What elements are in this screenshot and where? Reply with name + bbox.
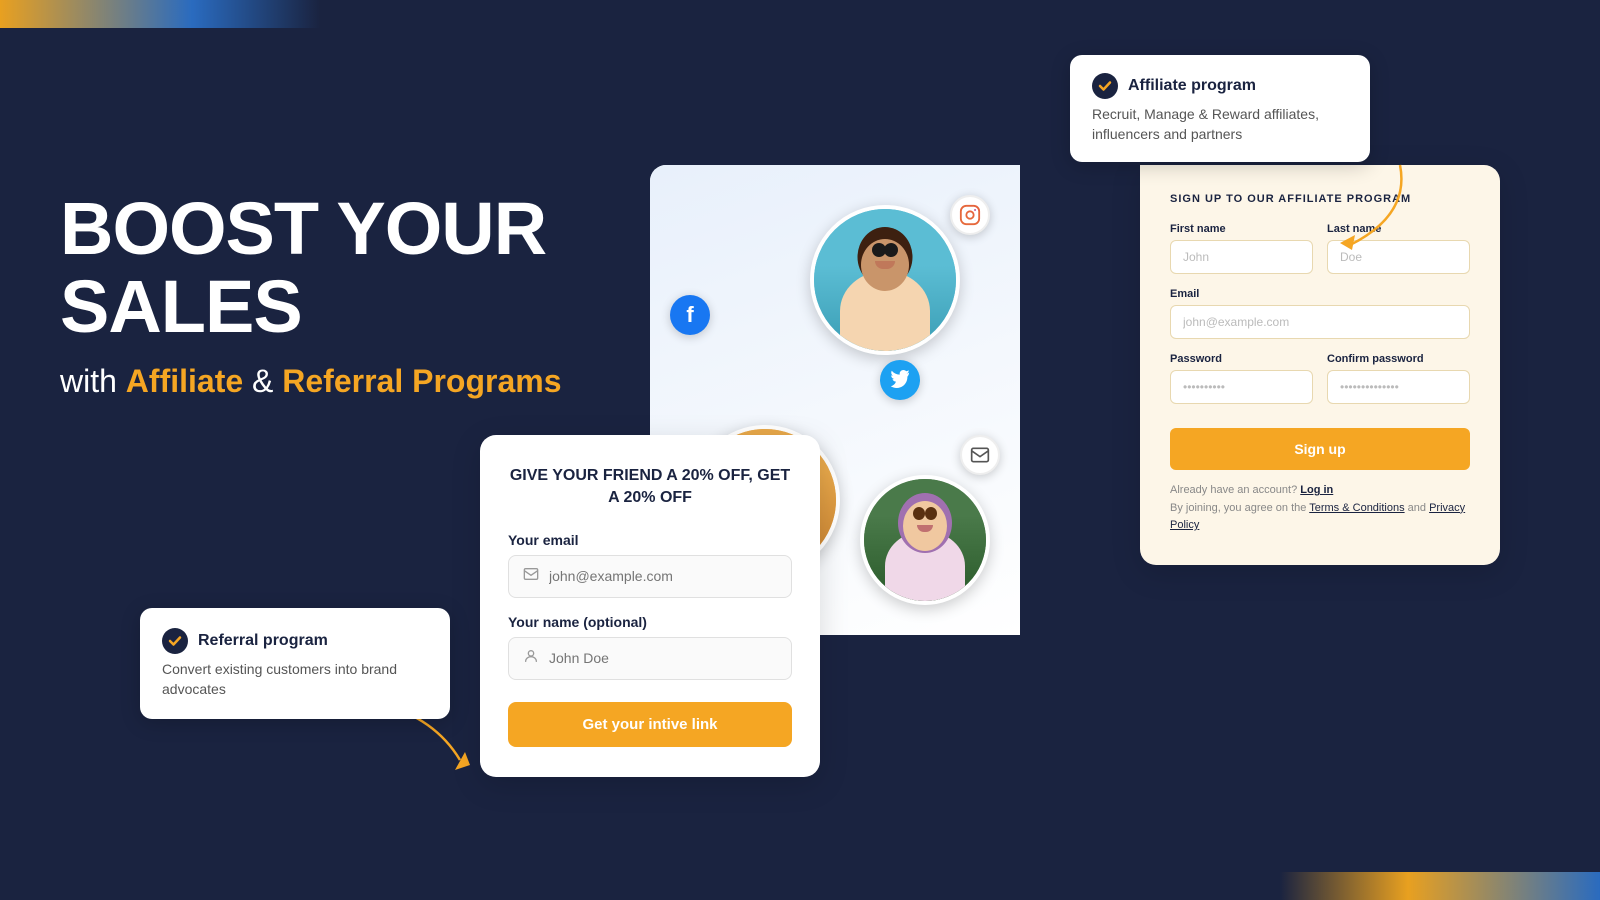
hero-subtitle: with Affiliate & Referral Programs <box>60 363 640 400</box>
password-label: Password <box>1170 353 1313 365</box>
email-field: Email <box>1170 288 1470 339</box>
aff-email-label: Email <box>1170 288 1470 300</box>
firstname-field: First name <box>1170 223 1313 274</box>
already-text: Already have an account? <box>1170 484 1297 496</box>
email-input[interactable] <box>549 568 777 584</box>
instagram-icon <box>950 195 990 235</box>
referral-callout-desc: Convert existing customers into brand ad… <box>162 660 428 699</box>
facebook-icon: f <box>670 295 710 335</box>
hero-section: BOOST YOUR SALES with Affiliate & Referr… <box>60 190 640 400</box>
avatar-woman2 <box>860 475 990 605</box>
password-field: Password <box>1170 353 1313 404</box>
password-input[interactable] <box>1170 370 1313 404</box>
aff-email-input[interactable] <box>1170 305 1470 339</box>
affiliate-callout-title: Affiliate program <box>1092 73 1348 99</box>
email-input-wrap <box>508 555 792 598</box>
name-input[interactable] <box>549 650 777 666</box>
corner-bar-bottom <box>1280 872 1600 900</box>
arrow-right-curve <box>1320 155 1420 260</box>
affiliate-callout-desc: Recruit, Manage & Reward affiliates, inf… <box>1092 105 1348 144</box>
subtitle-middle: & <box>243 363 282 399</box>
joining-text: By joining, you agree on the <box>1170 502 1306 514</box>
subtitle-referral: Referral Programs <box>282 363 561 399</box>
confirm-password-field: Confirm password <box>1327 353 1470 404</box>
aff-footer: Already have an account? Log in By joini… <box>1170 482 1470 535</box>
password-row: Password Confirm password <box>1170 353 1470 404</box>
twitter-icon <box>880 360 920 400</box>
subtitle-prefix: with <box>60 363 126 399</box>
referral-callout-title: Referral program <box>162 628 428 654</box>
confirm-password-input[interactable] <box>1327 370 1470 404</box>
terms-link[interactable]: Terms & Conditions <box>1309 502 1404 514</box>
corner-bar-top <box>0 0 320 28</box>
subtitle-affiliate: Affiliate <box>126 363 243 399</box>
hero-title: BOOST YOUR SALES <box>60 190 640 345</box>
name-input-wrap <box>508 637 792 680</box>
person-icon <box>523 648 539 669</box>
referral-form-panel: GIVE YOUR FRIEND A 20% OFF, GET A 20% OF… <box>480 435 820 777</box>
name-label: Your name (optional) <box>508 614 792 630</box>
firstname-label: First name <box>1170 223 1313 235</box>
confirm-password-label: Confirm password <box>1327 353 1470 365</box>
affiliate-check-icon <box>1092 73 1118 99</box>
login-link[interactable]: Log in <box>1300 484 1333 496</box>
referral-check-icon <box>162 628 188 654</box>
email-icon <box>960 435 1000 475</box>
envelope-icon <box>523 566 539 587</box>
firstname-input[interactable] <box>1170 240 1313 274</box>
referral-form-headline: GIVE YOUR FRIEND A 20% OFF, GET A 20% OF… <box>508 465 792 510</box>
email-label: Your email <box>508 532 792 548</box>
referral-callout-card: Referral program Convert existing custom… <box>140 608 450 719</box>
get-link-button[interactable]: Get your intive link <box>508 702 792 747</box>
signup-button[interactable]: Sign up <box>1170 428 1470 470</box>
and-text: and <box>1408 502 1426 514</box>
avatar-man <box>810 205 960 355</box>
affiliate-callout-card: Affiliate program Recruit, Manage & Rewa… <box>1070 55 1370 162</box>
